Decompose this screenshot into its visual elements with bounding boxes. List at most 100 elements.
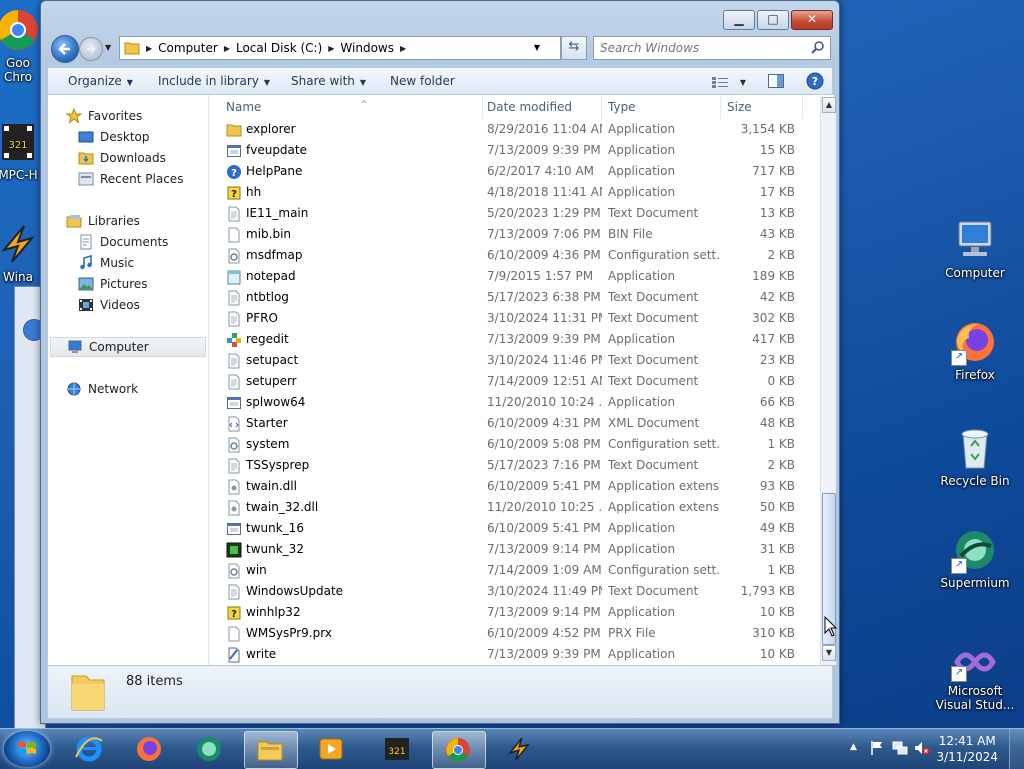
file-name-cell[interactable]: ntbtlog bbox=[226, 287, 476, 308]
back-button[interactable] bbox=[51, 35, 79, 63]
column-header-name[interactable]: ^ Name bbox=[226, 95, 483, 119]
breadcrumb-computer[interactable]: Computer bbox=[158, 41, 218, 55]
network-status-icon[interactable] bbox=[892, 740, 908, 759]
change-view-button[interactable]: ▼ bbox=[711, 76, 746, 89]
file-name-cell[interactable]: IE11_main bbox=[226, 203, 476, 224]
column-header-date[interactable]: Date modified bbox=[487, 95, 602, 119]
taskbar-winamp[interactable] bbox=[494, 731, 546, 767]
desktop-icon-visual-studio[interactable]: ↗ Microsoft Visual Stud... bbox=[935, 642, 1015, 712]
file-name-cell[interactable]: setupact bbox=[226, 350, 476, 371]
file-row[interactable]: ? hh 4/18/2018 11:41 AM Application 17 KB bbox=[210, 182, 814, 203]
file-name-cell[interactable]: ? hh bbox=[226, 182, 476, 203]
file-name-cell[interactable]: WindowsUpdate bbox=[226, 581, 476, 602]
file-name-cell[interactable]: WMSysPr9.prx bbox=[226, 623, 476, 644]
nav-videos[interactable]: Videos bbox=[78, 296, 140, 314]
file-name-cell[interactable]: ? winhlp32 bbox=[226, 602, 476, 623]
desktop-icon-recycle-bin[interactable]: Recycle Bin bbox=[935, 424, 1015, 488]
file-row[interactable]: mib.bin 7/13/2009 7:06 PM BIN File 43 KB bbox=[210, 224, 814, 245]
file-name-cell[interactable]: fveupdate bbox=[226, 140, 476, 161]
file-row[interactable]: twunk_32 7/13/2009 9:14 PM Application 31 K… bbox=[210, 539, 814, 560]
nav-network[interactable]: Network bbox=[66, 380, 138, 398]
file-row[interactable]: twunk_16 6/10/2009 5:41 PM Application 49 K… bbox=[210, 518, 814, 539]
close-button[interactable]: ✕ bbox=[791, 10, 833, 30]
help-button[interactable]: ? bbox=[806, 72, 824, 93]
file-name-cell[interactable]: twunk_16 bbox=[226, 518, 476, 539]
show-hidden-icons-button[interactable]: ▲ bbox=[850, 742, 857, 752]
taskbar-file-explorer[interactable] bbox=[244, 731, 298, 769]
start-button[interactable] bbox=[4, 731, 50, 767]
maximize-button[interactable]: □ bbox=[757, 10, 789, 30]
taskbar-internet-explorer[interactable] bbox=[64, 731, 116, 767]
nav-recent-places[interactable]: Recent Places bbox=[78, 170, 183, 188]
file-name-cell[interactable]: TSSysprep bbox=[226, 455, 476, 476]
breadcrumb-separator-icon[interactable]: ▶ bbox=[146, 44, 152, 53]
file-row[interactable]: WMSysPr9.prx 6/10/2009 4:52 PM PRX File 310… bbox=[210, 623, 814, 644]
file-name-cell[interactable]: msdfmap bbox=[226, 245, 476, 266]
include-in-library-button[interactable]: Include in library ▼ bbox=[158, 74, 270, 88]
scroll-up-button[interactable]: ▲ bbox=[822, 97, 836, 113]
column-header-type[interactable]: Type bbox=[608, 95, 721, 119]
nav-downloads[interactable]: Downloads bbox=[78, 149, 166, 167]
nav-computer[interactable]: Computer bbox=[50, 337, 206, 357]
file-row[interactable]: setupact 3/10/2024 11:46 PM Text Document 2… bbox=[210, 350, 814, 371]
file-row[interactable]: win 7/14/2009 1:09 AM Configuration sett..… bbox=[210, 560, 814, 581]
nav-desktop[interactable]: Desktop bbox=[78, 128, 150, 146]
desktop-icon-firefox[interactable]: ↗ Firefox bbox=[935, 318, 1015, 382]
minimize-button[interactable]: ▁ bbox=[723, 10, 755, 30]
file-name-cell[interactable]: ? HelpPane bbox=[226, 161, 476, 182]
vertical-scrollbar[interactable]: ▲ ▼ bbox=[820, 97, 836, 665]
taskbar-media-player[interactable] bbox=[306, 731, 358, 767]
taskbar-chrome[interactable] bbox=[432, 731, 486, 769]
file-name-cell[interactable]: win bbox=[226, 560, 476, 581]
file-row[interactable]: setuperr 7/14/2009 12:51 AM Text Document 0… bbox=[210, 371, 814, 392]
file-row[interactable]: explorer 8/29/2016 11:04 AM Application 3,1… bbox=[210, 119, 814, 140]
address-bar[interactable]: ▶ Computer ▶ Local Disk (C:) ▶ Windows ▶… bbox=[119, 36, 561, 60]
share-with-button[interactable]: Share with ▼ bbox=[291, 74, 366, 88]
file-name-cell[interactable]: notepad bbox=[226, 266, 476, 287]
forward-button[interactable] bbox=[79, 37, 103, 61]
nav-favorites[interactable]: Favorites bbox=[65, 107, 142, 125]
breadcrumb-separator-icon[interactable]: ▶ bbox=[224, 44, 230, 53]
refresh-button[interactable]: ⇆ bbox=[561, 36, 587, 60]
file-row[interactable]: twain.dll 6/10/2009 5:41 PM Application ex… bbox=[210, 476, 814, 497]
file-name-cell[interactable]: explorer bbox=[226, 119, 476, 140]
file-name-cell[interactable]: twain_32.dll bbox=[226, 497, 476, 518]
file-row[interactable]: splwow64 11/20/2010 10:24 ... Application 6… bbox=[210, 392, 814, 413]
file-row[interactable]: IE11_main 5/20/2023 1:29 PM Text Document 1… bbox=[210, 203, 814, 224]
taskbar-mpc-hc[interactable]: 321 bbox=[372, 731, 424, 767]
file-row[interactable]: system 6/10/2009 5:08 PM Configuration set… bbox=[210, 434, 814, 455]
search-input[interactable] bbox=[598, 38, 802, 58]
clock[interactable]: 12:41 AM 3/11/2024 bbox=[936, 733, 998, 765]
file-row[interactable]: twain_32.dll 11/20/2010 10:25 ... Applicat… bbox=[210, 497, 814, 518]
file-row[interactable]: PFRO 3/10/2024 11:31 PM Text Document 302 K… bbox=[210, 308, 814, 329]
file-row[interactable]: ? HelpPane 6/2/2017 4:10 AM Application 717 … bbox=[210, 161, 814, 182]
file-row[interactable]: ntbtlog 5/17/2023 6:38 PM Text Document 42 … bbox=[210, 287, 814, 308]
file-name-cell[interactable]: Starter bbox=[226, 413, 476, 434]
file-name-cell[interactable]: system bbox=[226, 434, 476, 455]
file-row[interactable]: TSSysprep 5/17/2023 7:16 PM Text Document 2… bbox=[210, 455, 814, 476]
search-icon[interactable] bbox=[811, 40, 825, 57]
file-row[interactable]: Starter 6/10/2009 4:31 PM XML Document 48 K… bbox=[210, 413, 814, 434]
search-box[interactable] bbox=[593, 36, 831, 60]
nav-music[interactable]: Music bbox=[78, 254, 134, 272]
file-name-cell[interactable]: splwow64 bbox=[226, 392, 476, 413]
preview-pane-button[interactable] bbox=[768, 74, 784, 91]
desktop-icon-supermium[interactable]: ↗ Supermium bbox=[935, 526, 1015, 590]
breadcrumb-local-disk[interactable]: Local Disk (C:) bbox=[236, 41, 322, 55]
file-name-cell[interactable]: twunk_32 bbox=[226, 539, 476, 560]
address-dropdown-icon[interactable]: ▼ bbox=[534, 43, 540, 52]
nav-libraries[interactable]: Libraries bbox=[66, 212, 140, 230]
scroll-down-button[interactable]: ▼ bbox=[822, 645, 836, 661]
file-name-cell[interactable]: setuperr bbox=[226, 371, 476, 392]
volume-muted-icon[interactable] bbox=[914, 740, 930, 759]
breadcrumb-separator-icon[interactable]: ▶ bbox=[400, 44, 406, 53]
action-center-flag-icon[interactable] bbox=[870, 740, 884, 759]
recent-pages-dropdown[interactable]: ▼ bbox=[105, 43, 111, 52]
explorer-window[interactable]: ▁ □ ✕ ▼ ▶ Computer ▶ Local Disk (C:) ▶ W… bbox=[40, 0, 840, 724]
file-name-cell[interactable]: regedit bbox=[226, 329, 476, 350]
file-row[interactable]: fveupdate 7/13/2009 9:39 PM Application 15 … bbox=[210, 140, 814, 161]
new-folder-button[interactable]: New folder bbox=[390, 74, 455, 88]
file-row[interactable]: ? winhlp32 7/13/2009 9:14 PM Application 10 … bbox=[210, 602, 814, 623]
file-name-cell[interactable]: PFRO bbox=[226, 308, 476, 329]
file-row[interactable]: notepad 7/9/2015 1:57 PM Application 189 KB bbox=[210, 266, 814, 287]
